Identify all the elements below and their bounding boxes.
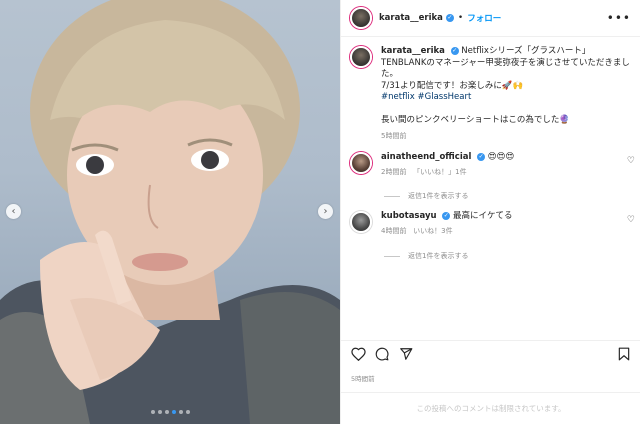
save-bookmark-icon[interactable] [618, 347, 630, 361]
caption-avatar[interactable] [350, 46, 372, 68]
comment-username[interactable]: ainatheend_official [381, 152, 471, 162]
caption-line-3: 7/31より配信です！お楽しみに🚀🙌 [381, 80, 524, 91]
carousel-dot [157, 410, 162, 414]
username-link[interactable]: karata__erika [379, 13, 443, 23]
carousel-dot [150, 410, 155, 414]
verified-badge-icon: ✓ [477, 152, 486, 161]
comment-item: ainatheend_official ✓ 😍😍😍 2時間前 「いいね！」1件 … [350, 152, 635, 178]
caption-line-2: TENBLANKのマネージャー甲斐弥夜子を演じさせていただきました。 [381, 57, 630, 80]
post-photo[interactable]: ‹ › [0, 0, 340, 424]
comment-item: kubotasayu ✓ 最高にイケてる 4時間前 いいね！3件 ♡ [350, 211, 635, 237]
comment-time: 2時間前 [381, 168, 407, 176]
caption-hashtags[interactable]: #netflix #GlassHeart [381, 92, 631, 104]
verified-badge-icon: ✓ [442, 211, 451, 220]
comment-like-heart-icon[interactable]: ♡ [627, 215, 635, 225]
caption-username[interactable]: karata__erika [381, 46, 445, 56]
next-photo-button[interactable]: › [318, 204, 333, 219]
comment-like-heart-icon[interactable]: ♡ [627, 156, 635, 166]
comment-avatar[interactable] [350, 211, 372, 233]
separator-dot: • [457, 13, 464, 23]
comment-text: 最高にイケてる [452, 211, 513, 221]
caption-line-1: Netflixシリーズ「グラスハート」 [461, 46, 591, 56]
verified-badge-icon: ✓ [450, 46, 459, 55]
caption-time: 5時間前 [381, 132, 407, 140]
more-options-icon[interactable]: ••• [607, 11, 631, 25]
post-dialog: ‹ › karata__erika ✓ • フォロー ••• karata__e… [0, 0, 640, 424]
verified-badge-icon: ✓ [445, 14, 454, 22]
comment-bubble-icon[interactable] [375, 347, 389, 361]
view-replies-button[interactable]: 返信1件を表示する [384, 191, 468, 201]
avatar[interactable] [350, 7, 372, 29]
post-timestamp: 5時間前 [351, 375, 375, 383]
view-replies-button[interactable]: 返信1件を表示する [384, 251, 468, 261]
post-side-panel: karata__erika ✓ • フォロー ••• karata__erika… [340, 0, 640, 424]
share-paper-plane-icon[interactable] [399, 347, 413, 361]
view-replies-label: 返信1件を表示する [408, 192, 469, 200]
comment-avatar[interactable] [350, 152, 372, 174]
follow-button[interactable]: フォロー [467, 12, 501, 24]
comment-text: 😍😍😍 [487, 152, 515, 162]
caption-line-4: 長い間のピンクベリーショートはこの為でした🔮 [381, 114, 570, 125]
reply-line-divider [384, 195, 400, 197]
comment-likes[interactable]: 「いいね！」1件 [413, 168, 466, 176]
previous-photo-button[interactable]: ‹ [6, 204, 21, 219]
comment-likes[interactable]: いいね！3件 [413, 227, 452, 235]
carousel-dot [178, 410, 183, 414]
carousel-dot [171, 410, 176, 414]
comment-time: 4時間前 [381, 227, 407, 235]
post-action-bar [341, 340, 640, 368]
carousel-dot [185, 410, 190, 414]
comment-username[interactable]: kubotasayu [381, 211, 437, 221]
post-caption: karata__erika ✓ Netflixシリーズ「グラスハート」 TENB… [350, 46, 635, 143]
view-replies-label: 返信1件を表示する [408, 252, 469, 260]
post-header: karata__erika ✓ • フォロー ••• [341, 0, 640, 37]
carousel-dot [164, 410, 169, 414]
reply-line-divider [384, 255, 400, 257]
comments-limited-notice: この投稿へのコメントは制限されています。 [341, 392, 640, 424]
carousel-indicator [0, 410, 340, 414]
portrait-image [0, 0, 340, 424]
like-heart-icon[interactable] [351, 347, 366, 361]
